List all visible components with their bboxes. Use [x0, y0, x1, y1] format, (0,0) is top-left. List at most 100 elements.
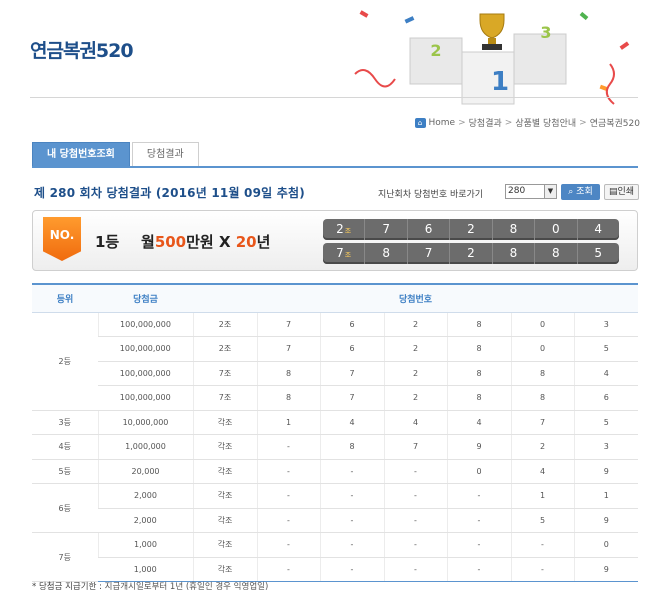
table-row: 7등 1,000 각조 - - - - -0 [32, 532, 638, 582]
group-cell: 각조 [192, 434, 257, 460]
breadcrumb: ⌂ Home > 당첨결과 > 상품별 당첨안내 > 연금복권520 [414, 116, 640, 129]
digit-cell: 7 [510, 410, 574, 435]
digit-cell: 4 [446, 410, 511, 435]
digit-cell: 0 [510, 336, 574, 362]
draw-select-value: 280 [508, 186, 526, 196]
digit-cell: - [256, 434, 320, 460]
breadcrumb-item[interactable]: 당첨결과 [469, 116, 502, 129]
winning-digit: 4 [594, 222, 603, 236]
table-row: 3등 10,000,000 각조 1 4 4 4 7 5 [32, 410, 638, 435]
group-cell: 각조 [192, 508, 257, 533]
digit-cell: - [256, 557, 320, 582]
winning-digit: 8 [535, 243, 578, 264]
table-row: 1,000 각조 - - - - -9 [32, 557, 638, 582]
digit-cell: - [256, 459, 320, 484]
header-divider [30, 97, 638, 98]
amount-cell: 1,000,000 [97, 434, 193, 460]
winning-number-rows: 2조 7 6 2 8 0 4 7조 8 7 2 8 8 5 [323, 219, 619, 267]
table-header: 등위 당첨금 당첨번호 [32, 283, 638, 313]
digit-cell: 5 [573, 336, 638, 362]
digit-cell: 1 [256, 410, 320, 435]
digit-cell: - [319, 532, 384, 558]
digit-cell: - [319, 483, 384, 509]
digit-cell: - [383, 532, 447, 558]
header-amount: 당첨금 [98, 283, 193, 313]
digit-cell: 8 [446, 312, 511, 337]
podium-trophy-illustration: 2 1 3 [354, 10, 630, 105]
digit-cell: - [256, 508, 320, 533]
amount-cell: 10,000,000 [97, 410, 193, 435]
digit-cell: 6 [573, 385, 638, 411]
digit-cell: 8 [446, 336, 511, 362]
group-unit: 조 [344, 251, 352, 259]
digit-cell: 5 [510, 508, 574, 533]
digit-cell: 8 [446, 361, 511, 386]
note-label: * 당첨금 지급기한 : [32, 582, 102, 592]
winning-digit: 8 [493, 243, 536, 264]
rank-cell: 5등 [32, 459, 98, 484]
digit-cell: - [319, 508, 384, 533]
winning-digit: 6 [408, 219, 451, 240]
digit-cell: 7 [383, 434, 447, 460]
digit-cell: 3 [573, 312, 638, 337]
prize-unit: 만원 [186, 233, 214, 251]
page-title: 제 280 회차 당첨결과 (2016년 11월 09일 추첨) [34, 186, 305, 200]
digit-cell: 2 [510, 434, 574, 460]
prize-amount: 500 [154, 233, 187, 251]
digit-cell: - [383, 557, 447, 582]
digit-cell: 1 [573, 483, 638, 509]
winning-digit: 7 [365, 219, 408, 240]
digit-cell: - [510, 557, 574, 582]
digit-cell: - [510, 532, 574, 558]
winning-digit: 8 [365, 243, 408, 264]
breadcrumb-home[interactable]: Home [429, 118, 456, 128]
digit-cell: 2 [383, 336, 447, 362]
breadcrumb-item[interactable]: 상품별 당첨안내 [515, 116, 576, 129]
chevron-right-icon: > [458, 117, 466, 128]
payout-deadline-note: * 당첨금 지급기한 : 지급개시일로부터 1년 (휴일인 경우 익영업일) [32, 580, 268, 592]
group-cell: 각조 [192, 532, 257, 558]
table-row: 4등 1,000,000 각조 -8 7 9 2 3 [32, 434, 638, 460]
table-row: 2,000 각조 - - - -5 9 [32, 508, 638, 533]
print-button[interactable]: ▤인쇄 [604, 184, 639, 200]
digit-cell: 9 [573, 557, 638, 582]
digit-cell: - [256, 483, 320, 509]
group-cell: 7조 [192, 385, 257, 411]
amount-cell: 100,000,000 [98, 385, 193, 411]
tab-my-number-check[interactable]: 내 당첨번호조회 [32, 142, 130, 166]
group-cell: 각조 [192, 410, 257, 435]
chevron-down-icon[interactable]: ▼ [544, 185, 556, 198]
digit-cell: 8 [510, 385, 574, 411]
amount-cell: 100,000,000 [98, 361, 193, 386]
site-logo[interactable]: 연금복권520 [30, 36, 134, 63]
svg-text:1: 1 [491, 67, 509, 97]
prize-prefix: 월 [141, 233, 155, 251]
table-row: 100,000,000 2조 7 6 2 8 0 5 [32, 336, 638, 362]
amount-cell: 1,000 [98, 557, 193, 582]
winning-number-row: 7조 8 7 2 8 8 5 [323, 243, 619, 264]
digit-cell: - [319, 459, 384, 484]
digit-cell: - [446, 532, 511, 558]
group-cell: 7조 [192, 361, 257, 386]
home-icon: ⌂ [414, 117, 426, 128]
digit-cell: 9 [573, 459, 638, 484]
digit-cell: 4 [319, 410, 384, 435]
group-number: 7조 [323, 243, 366, 264]
amount-cell: 100,000,000 [97, 312, 193, 337]
no-badge: NO. [43, 217, 81, 261]
tab-results[interactable]: 당첨결과 [131, 142, 199, 166]
search-icon: ⌕ [568, 187, 574, 197]
table-row: 2등 100,000,000 2조 7 6 2 8 0 3 [32, 312, 638, 411]
draw-select[interactable]: 280 ▼ [505, 184, 557, 199]
rank-cell: 3등 [32, 410, 98, 435]
breadcrumb-current: 연금복권520 [589, 119, 640, 129]
first-prize-amount: 월500만원 X 20년 [141, 231, 270, 252]
query-button[interactable]: ⌕ 조회 [561, 184, 600, 200]
digit-cell: 8 [319, 434, 384, 460]
prize-years-unit: 년 [256, 233, 271, 251]
group-cell: 각조 [192, 557, 257, 582]
digit-cell: 9 [446, 434, 511, 460]
table-row: 100,000,000 7조 8 7 2 8 8 6 [32, 385, 638, 411]
group-digit: 7 [336, 246, 344, 260]
first-prize-panel: NO. 1등 월500만원 X 20년 2조 7 6 2 8 0 4 7조 8 7 2 8 8 5 [32, 210, 638, 271]
